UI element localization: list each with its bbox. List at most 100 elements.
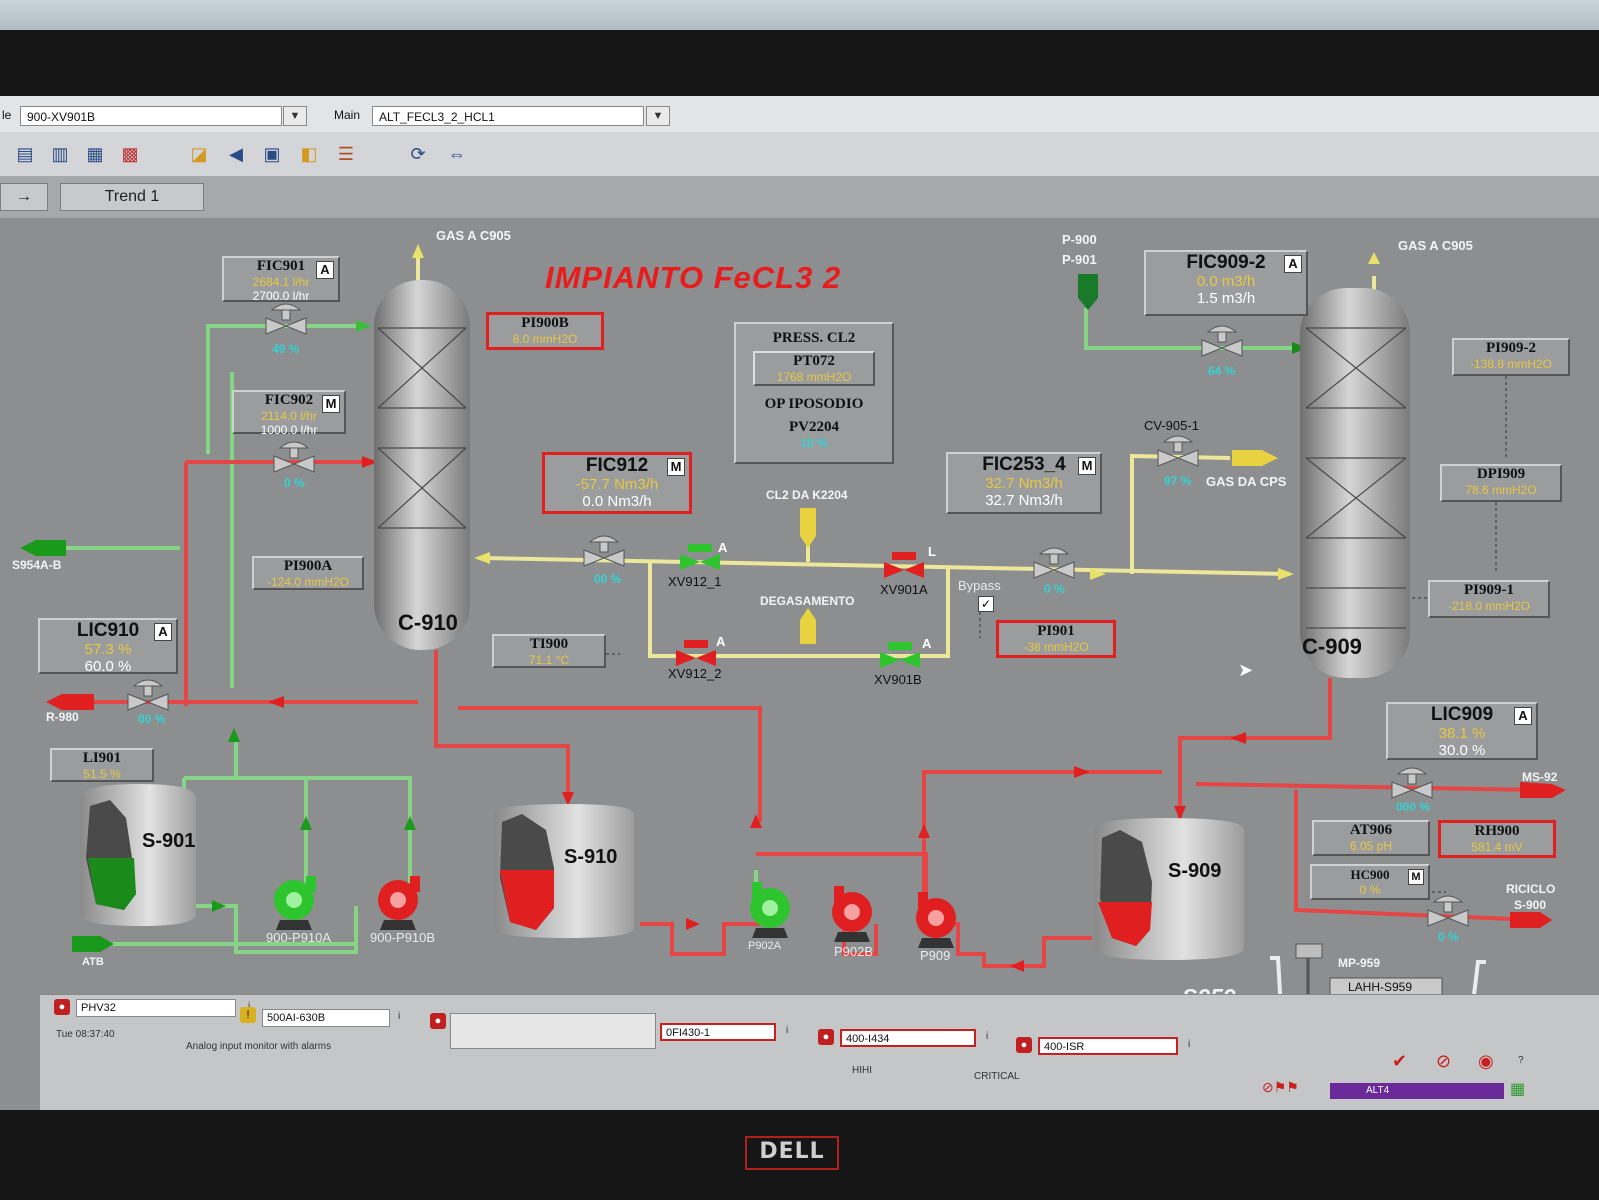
file-combo-dropdown[interactable]: ▼ <box>283 106 307 126</box>
tag-pi901[interactable]: PI901 -38 mmH2O <box>996 620 1116 658</box>
open-folder-icon[interactable]: ◪ <box>186 141 212 167</box>
horn-icon[interactable]: ◉ <box>1478 1051 1494 1072</box>
pump-p909-label[interactable]: P909 <box>920 948 950 963</box>
s954ab-label: S954A-B <box>12 558 62 572</box>
tag-at906-name: AT906 <box>1349 822 1393 838</box>
tag-pi900b-pv: 8.0 mmH2O <box>512 332 578 346</box>
tag-at906[interactable]: AT906 6.05 pH <box>1312 820 1430 856</box>
tag-rh900[interactable]: RH900 581.4 mV <box>1438 820 1556 858</box>
pump-p910b-label[interactable]: 900-P910B <box>370 930 435 945</box>
tag-pi900a-pv: -124.0 mmH2O <box>266 575 350 589</box>
column-c910-label: C-910 <box>398 610 458 635</box>
xv912-1-mode: A <box>718 540 728 555</box>
cv-lic910-pct: 00 % <box>138 712 166 726</box>
cv-905 <box>1157 435 1199 467</box>
xv912-1-label[interactable]: XV912_1 <box>668 574 722 589</box>
pump-p909-shape <box>916 892 956 948</box>
display-icon[interactable]: ▣ <box>259 141 285 167</box>
nav-arrow-button[interactable]: → <box>0 183 48 211</box>
tank-s909-label: S-909 <box>1168 860 1222 882</box>
main-combo[interactable]: ALT_FECL3_2_HCL1 <box>372 106 644 126</box>
tag-lic909-mode: A <box>1514 707 1532 725</box>
tag-lic909[interactable]: LIC909 A 38.1 % 30.0 % <box>1386 702 1538 760</box>
tag-pi900b[interactable]: PI900B 8.0 mmH2O <box>486 312 604 350</box>
tag-pi900a[interactable]: PI900A -124.0 mmH2O <box>252 556 364 590</box>
silence-icon[interactable]: ⊘ <box>1436 1051 1451 1072</box>
s900-label: S-900 <box>1514 898 1547 912</box>
list-icon[interactable]: ☰ <box>333 141 359 167</box>
trend-tab[interactable]: Trend 1 <box>60 183 204 211</box>
atb-label: ATB <box>82 956 104 968</box>
tag-li901[interactable]: LI901 51.5 % <box>50 748 154 782</box>
toolbar: ▤ ▥ ▦ ▩ ◪ ◀ ▣ ◧ ☰ ⟳ ⇔ <box>0 132 1599 177</box>
alarm-icon-3[interactable]: ● <box>430 1013 446 1029</box>
alarm-field-3[interactable]: 0FI430-1 <box>660 1023 776 1041</box>
tag-hc900[interactable]: HC900 M 0 % <box>1310 864 1430 900</box>
pv2204-name[interactable]: PV2204 <box>736 419 892 436</box>
tag-fic902[interactable]: FIC902 M 2114.0 l/hr 1000.0 l/hr <box>232 390 346 437</box>
info-icon-5[interactable]: i <box>1188 1039 1190 1050</box>
file-label: le <box>2 108 12 122</box>
xv901a-label[interactable]: XV901A <box>880 582 928 597</box>
refresh-icon[interactable]: ⟳ <box>405 141 431 167</box>
alarm-field-4[interactable]: 400-I434 <box>840 1029 976 1047</box>
op-iposodio-label: OP IPOSODIO <box>764 396 864 412</box>
monitor-brand-logo: DELL <box>745 1136 839 1170</box>
alarm-summary-icons[interactable]: ⊘⚑⚑ <box>1262 1079 1299 1096</box>
report-icon[interactable]: ▦ <box>82 141 108 167</box>
tag-fic909-2[interactable]: FIC909-2 A 0.0 m3/h 1.5 m3/h <box>1144 250 1308 316</box>
alarm-icon-1[interactable]: ● <box>54 999 70 1015</box>
file-combo[interactable]: 900-XV901B <box>20 106 282 126</box>
alarm-field-1[interactable]: PHV32 <box>76 999 236 1017</box>
tag-pi909-1-pv: -218.0 mmH2O <box>1447 599 1531 613</box>
gas-da-cps-label: GAS DA CPS <box>1206 474 1287 489</box>
pt072-box[interactable]: PT072 1768 mmH2O <box>753 351 875 386</box>
pump-p902b-label[interactable]: P902B <box>834 944 873 959</box>
bypass-checkbox[interactable]: ✓ <box>978 596 994 612</box>
alarm-bell-icon[interactable]: ◧ <box>296 141 322 167</box>
tag-fic901[interactable]: FIC901 A 2684.1 l/hr 2700.0 l/hr <box>222 256 340 303</box>
alt-status-bar[interactable]: ALT4 <box>1330 1083 1504 1099</box>
alarm-icon-4[interactable]: ● <box>818 1029 834 1045</box>
help-icon[interactable]: ? <box>1518 1055 1524 1066</box>
xv901b-mode: A <box>922 636 932 651</box>
pump-p902a-label[interactable]: P902A <box>748 940 781 952</box>
tag-fic253[interactable]: FIC253_4 M 32.7 Nm3/h 32.7 Nm3/h <box>946 452 1102 514</box>
print-icon[interactable]: ▤ <box>12 141 38 167</box>
riciclo-label: RICICLO <box>1506 882 1556 896</box>
tag-pi900b-name: PI900B <box>521 315 569 331</box>
cv-fic902-pct: 0 % <box>284 476 305 490</box>
tag-dpi909[interactable]: DPI909 78.6 mmH2O <box>1440 464 1562 502</box>
cv-fic912-pct: 00 % <box>594 572 622 586</box>
tag-pi909-1[interactable]: PI909-1 -218.0 mmH2O <box>1428 580 1550 618</box>
tag-fic912[interactable]: FIC912 M -57.7 Nm3/h 0.0 Nm3/h <box>542 452 692 514</box>
main-combo-dropdown[interactable]: ▼ <box>646 106 670 126</box>
alarm-icon-5[interactable]: ● <box>1016 1037 1032 1053</box>
xv901b-label[interactable]: XV901B <box>874 672 922 687</box>
grid-icon[interactable]: ▩ <box>117 141 143 167</box>
tag-fic912-pv: -57.7 Nm3/h <box>575 476 659 493</box>
tag-pi909-2[interactable]: PI909-2 -138.8 mmH2O <box>1452 338 1570 376</box>
tag-lic910[interactable]: LIC910 A 57.3 % 60.0 % <box>38 618 178 675</box>
tag-lic910-mode: A <box>154 623 172 641</box>
alarm-field-5[interactable]: 400-ISR <box>1038 1037 1178 1055</box>
alarm-field-2[interactable]: 500AI-630B <box>262 1009 390 1027</box>
tag-li901-pv: 51.5 % <box>83 767 121 781</box>
tag-at906-pv: 6.05 pH <box>1349 839 1393 853</box>
window-icon[interactable]: ⇔ <box>444 141 470 167</box>
back-arrow-icon[interactable]: ◀ <box>223 141 249 167</box>
pv2204-value: 10 % <box>800 436 828 450</box>
pump-p910a-label[interactable]: 900-P910A <box>266 930 331 945</box>
info-icon-2[interactable]: i <box>398 1011 400 1022</box>
info-icon-3[interactable]: i <box>786 1025 788 1036</box>
tag-hc900-pv: 0 % <box>1359 883 1381 897</box>
lahh-s959-label: LAHH-S959 <box>1348 980 1413 994</box>
tag-ti900[interactable]: TI900 71.1 °C <box>492 634 606 668</box>
info-icon-4[interactable]: i <box>986 1031 988 1042</box>
apps-grid-icon[interactable]: ▦ <box>1510 1079 1525 1099</box>
cv905-label: CV-905-1 <box>1144 418 1199 433</box>
acknowledge-icon[interactable]: ✔ <box>1392 1051 1407 1072</box>
bars-icon[interactable]: ▥ <box>47 141 73 167</box>
xv912-2-label[interactable]: XV912_2 <box>668 666 722 681</box>
cv-hc900 <box>1427 895 1469 927</box>
